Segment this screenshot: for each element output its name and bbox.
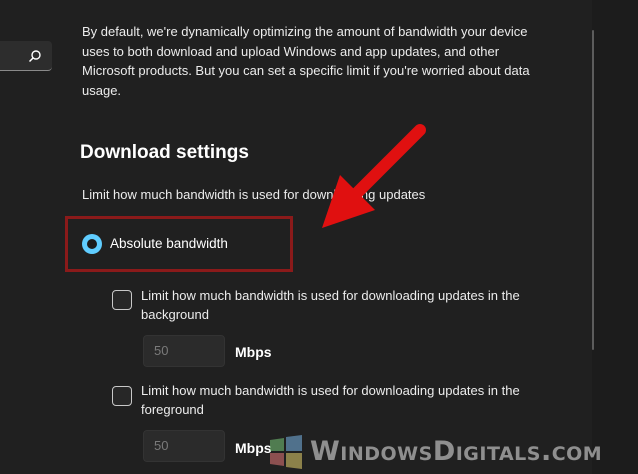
search-input[interactable]: [0, 41, 52, 71]
foreground-limit-checkbox[interactable]: [112, 386, 132, 406]
settings-content: By default, we're dynamically optimizing…: [62, 0, 592, 474]
red-arrow-icon: [322, 124, 426, 228]
scrollbar[interactable]: [592, 0, 638, 474]
windows-logo-icon: [270, 435, 302, 469]
background-mbps-input[interactable]: 50: [143, 335, 225, 367]
background-unit-label: Mbps: [235, 344, 272, 360]
background-limit-label[interactable]: Limit how much bandwidth is used for dow…: [141, 286, 571, 324]
scroll-thumb[interactable]: [592, 30, 594, 350]
foreground-unit-label: Mbps: [235, 440, 272, 456]
background-limit-checkbox[interactable]: [112, 290, 132, 310]
watermark: WindowsDigitals.com: [268, 430, 638, 474]
absolute-bandwidth-label[interactable]: Absolute bandwidth: [110, 236, 228, 251]
radio-dot: [87, 239, 97, 249]
foreground-limit-label[interactable]: Limit how much bandwidth is used for dow…: [141, 381, 571, 419]
absolute-bandwidth-radio[interactable]: [82, 234, 102, 254]
intro-text: By default, we're dynamically optimizing…: [82, 24, 530, 98]
sidebar: [0, 0, 62, 474]
search-icon[interactable]: [28, 49, 42, 63]
section-title: Download settings: [80, 142, 249, 163]
watermark-text: WindowsDigitals.com: [310, 436, 603, 467]
foreground-mbps-input[interactable]: 50: [143, 430, 225, 462]
